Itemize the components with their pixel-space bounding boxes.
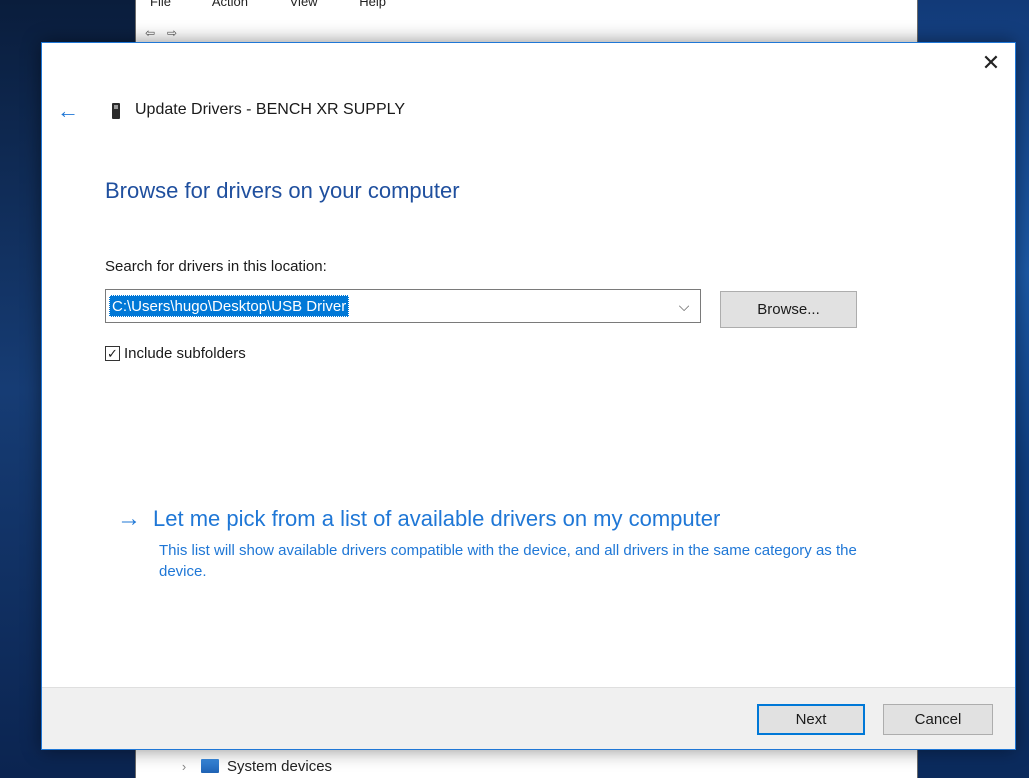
device-manager-menu: File Action View Help	[150, 0, 424, 10]
forward-arrow-icon[interactable]: ⇨	[167, 27, 181, 39]
next-button[interactable]: Next	[757, 704, 865, 735]
dialog-footer: Next Cancel	[42, 687, 1015, 749]
device-manager-toolbar: ⇦ ⇨	[145, 24, 845, 42]
menu-help[interactable]: Help	[359, 0, 386, 9]
cancel-button[interactable]: Cancel	[883, 704, 993, 735]
update-drivers-dialog: ✕ ← Update Drivers - BENCH XR SUPPLY Bro…	[41, 42, 1016, 750]
arrow-right-icon: →	[117, 505, 141, 532]
system-devices-icon	[201, 759, 219, 773]
back-arrow-icon: ←	[57, 98, 79, 123]
include-subfolders-option[interactable]: ✓ Include subfolders	[105, 343, 246, 363]
menu-view[interactable]: View	[290, 0, 318, 9]
driver-path-combobox[interactable]: C:\Users\hugo\Desktop\USB Driver ⌵	[105, 289, 701, 323]
menu-file[interactable]: File	[150, 0, 171, 9]
tree-item-system-devices[interactable]: › System devices	[175, 756, 332, 776]
back-button[interactable]: ←	[54, 99, 82, 123]
include-subfolders-checkbox[interactable]: ✓	[105, 345, 120, 361]
menu-action[interactable]: Action	[212, 0, 248, 9]
driver-path-input[interactable]: C:\Users\hugo\Desktop\USB Driver	[109, 295, 350, 317]
chevron-down-icon[interactable]: ⌵	[676, 296, 692, 316]
include-subfolders-label: Include subfolders	[124, 344, 246, 362]
search-location-label: Search for drivers in this location:	[105, 258, 327, 275]
close-button[interactable]: ✕	[977, 49, 1005, 77]
close-icon: ✕	[981, 50, 1001, 75]
page-heading: Browse for drivers on your computer	[105, 178, 460, 203]
chevron-right-icon[interactable]: ›	[175, 759, 193, 774]
back-arrow-icon[interactable]: ⇦	[145, 27, 159, 39]
pick-driver-link[interactable]: → Let me pick from a list of available d…	[117, 505, 720, 533]
pick-driver-link-label[interactable]: Let me pick from a list of available dri…	[153, 506, 720, 532]
usb-device-icon	[112, 103, 120, 119]
browse-button[interactable]: Browse...	[720, 291, 857, 328]
pick-driver-description: This list will show available drivers co…	[159, 542, 857, 580]
dialog-title: Update Drivers - BENCH XR SUPPLY	[135, 101, 405, 118]
tree-item-label: System devices	[227, 757, 333, 775]
